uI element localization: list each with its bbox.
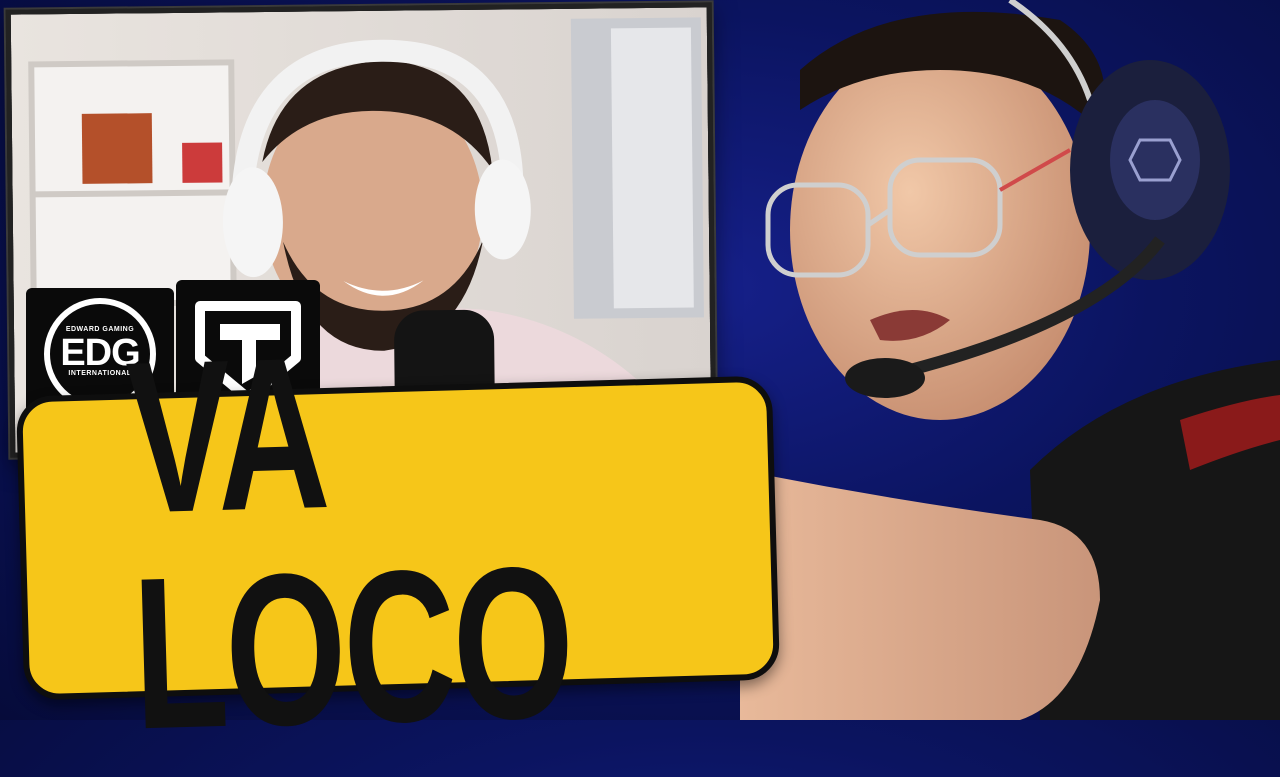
title-text: VA LOCO [123, 311, 575, 775]
title-banner: VA LOCO [15, 311, 781, 775]
player-photo [740, 0, 1280, 720]
